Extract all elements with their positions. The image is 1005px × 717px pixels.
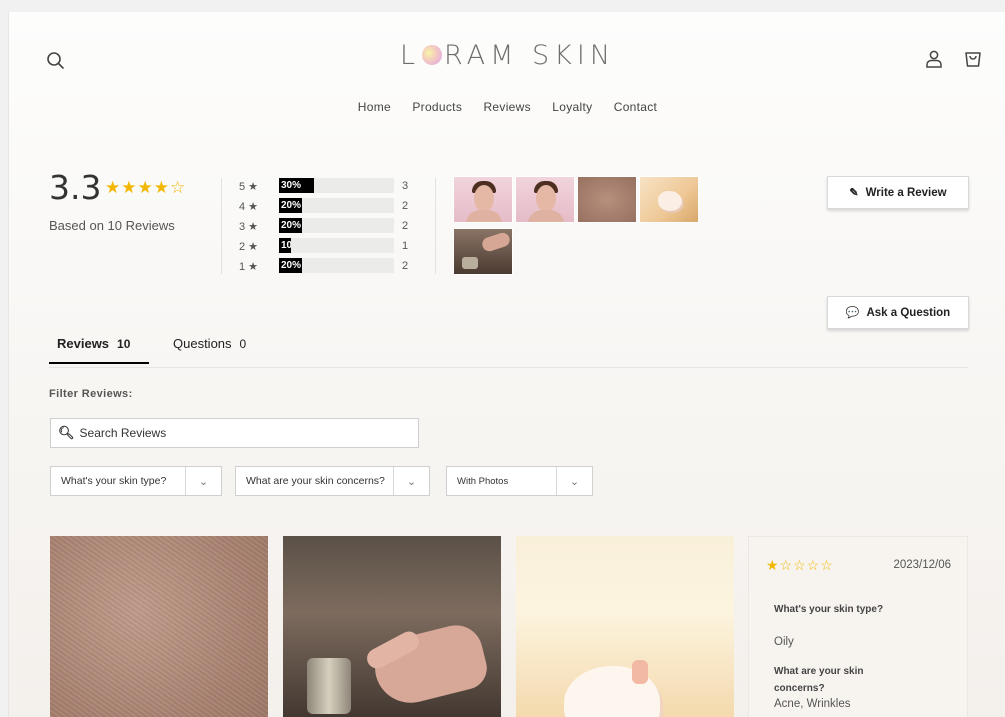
skin-concerns-answer: Acne, Wrinkles bbox=[774, 698, 851, 710]
nav-products[interactable]: Products bbox=[412, 100, 462, 114]
tab-label: Questions bbox=[173, 336, 232, 351]
rating-row-label: 3 ★ bbox=[239, 221, 259, 233]
main-nav: Home Products Reviews Loyalty Contact bbox=[9, 100, 1005, 114]
tab-label: Reviews bbox=[57, 336, 110, 351]
rating-row-4[interactable]: 4 ★ 20% 2 bbox=[239, 197, 419, 217]
search-reviews-input[interactable]: 🔍︎ Search Reviews bbox=[50, 418, 419, 448]
tab-questions[interactable]: Questions 0 bbox=[173, 336, 246, 351]
review-photo-thumb[interactable] bbox=[639, 176, 699, 223]
edit-icon: ✎ bbox=[849, 187, 859, 199]
photo-content bbox=[466, 210, 502, 222]
select-value: What are your skin concerns? bbox=[246, 475, 385, 487]
rating-row-label: 5 ★ bbox=[239, 181, 259, 193]
photo-content bbox=[632, 660, 648, 684]
filter-heading: Filter Reviews: bbox=[49, 388, 133, 400]
rating-row-2[interactable]: 2 ★ 10% 1 bbox=[239, 237, 419, 257]
review-count-text: Based on 10 Reviews bbox=[49, 218, 175, 233]
photo-content bbox=[536, 185, 556, 212]
select-value: What's your skin type? bbox=[61, 475, 167, 487]
chevron-down-icon: ⌄ bbox=[185, 467, 221, 495]
review-photo-thumb[interactable] bbox=[453, 228, 513, 275]
rating-bar-fill: 30% bbox=[279, 178, 314, 193]
brand-logo[interactable]: L RAM SKIN bbox=[9, 40, 1005, 71]
rating-row-label: 1 ★ bbox=[239, 261, 259, 273]
search-icon: 🔍︎ bbox=[58, 425, 75, 440]
rating-bar-track: 10% bbox=[279, 238, 394, 253]
photo-content bbox=[474, 185, 494, 212]
skin-type-question: What's your skin type? bbox=[774, 604, 884, 615]
rating-bar-fill: 20% bbox=[279, 258, 302, 273]
nav-home[interactable]: Home bbox=[358, 100, 391, 114]
tabs-divider bbox=[49, 367, 968, 368]
ask-question-button[interactable]: 💬 Ask a Question bbox=[827, 296, 969, 329]
rating-bar-track: 30% bbox=[279, 178, 394, 193]
rating-bar-track: 20% bbox=[279, 258, 394, 273]
photo-content bbox=[658, 191, 682, 211]
account-icon[interactable] bbox=[923, 48, 945, 70]
skin-concerns-select[interactable]: What are your skin concerns? ⌄ bbox=[235, 466, 430, 496]
photo-content bbox=[462, 257, 478, 269]
tab-count: 10 bbox=[117, 337, 131, 351]
store-page: L RAM SKIN Home Products Reviews Loyalty … bbox=[8, 12, 1005, 717]
review-stars: ★☆☆☆☆ bbox=[766, 557, 834, 573]
write-review-label: Write a Review bbox=[865, 186, 947, 199]
cart-icon[interactable] bbox=[962, 48, 984, 70]
rating-bar-fill: 10% bbox=[279, 238, 291, 253]
summary-divider bbox=[221, 178, 222, 274]
chevron-down-icon: ⌄ bbox=[393, 467, 429, 495]
chevron-down-icon: ⌄ bbox=[556, 467, 592, 495]
photo-content bbox=[528, 210, 564, 222]
skin-type-answer: Oily bbox=[774, 636, 794, 648]
rating-row-count: 3 bbox=[402, 180, 409, 192]
review-card[interactable]: ★☆☆☆☆ 2023/12/06 What's your skin type? … bbox=[748, 536, 968, 717]
photo-content bbox=[480, 231, 512, 253]
rating-bar-fill: 20% bbox=[279, 218, 302, 233]
rating-row-count: 2 bbox=[402, 260, 409, 272]
rating-row-5[interactable]: 5 ★ 30% 3 bbox=[239, 177, 419, 197]
rating-row-label: 4 ★ bbox=[239, 201, 259, 213]
ask-question-label: Ask a Question bbox=[866, 306, 951, 319]
rating-row-label: 2 ★ bbox=[239, 241, 259, 253]
nav-reviews[interactable]: Reviews bbox=[483, 100, 530, 114]
brand-letter-l: L bbox=[399, 40, 420, 71]
rating-row-1[interactable]: 1 ★ 20% 2 bbox=[239, 257, 419, 277]
nav-loyalty[interactable]: Loyalty bbox=[552, 100, 592, 114]
review-photo-thumb[interactable] bbox=[453, 176, 513, 223]
rating-bar-track: 20% bbox=[279, 218, 394, 233]
photo-content bbox=[368, 619, 492, 711]
rating-bar-track: 20% bbox=[279, 198, 394, 213]
nav-contact[interactable]: Contact bbox=[614, 100, 657, 114]
average-stars: ★★★★☆ bbox=[105, 178, 187, 197]
skin-concerns-question: What are your skin concerns? bbox=[774, 666, 864, 694]
brand-o-dot bbox=[422, 45, 442, 65]
review-photo-thumb[interactable] bbox=[515, 176, 575, 223]
rating-row-count: 2 bbox=[402, 200, 409, 212]
photo-content bbox=[307, 658, 351, 714]
summary-divider bbox=[435, 178, 436, 274]
tab-count: 0 bbox=[239, 337, 247, 351]
brand-name-rest: RAM SKIN bbox=[444, 40, 616, 71]
review-photo-card[interactable] bbox=[516, 536, 734, 717]
review-photo-thumb[interactable] bbox=[577, 176, 637, 223]
rating-row-count: 2 bbox=[402, 220, 409, 232]
write-review-button[interactable]: ✎ Write a Review bbox=[827, 176, 969, 209]
review-photo-card[interactable] bbox=[50, 536, 268, 717]
rating-row-count: 1 bbox=[402, 240, 409, 252]
average-rating: 3.3 bbox=[49, 168, 102, 207]
chat-icon: 💬 bbox=[845, 307, 860, 319]
with-photos-select[interactable]: With Photos ⌄ bbox=[446, 466, 593, 496]
tab-reviews[interactable]: Reviews 10 bbox=[57, 336, 130, 351]
rating-row-3[interactable]: 3 ★ 20% 2 bbox=[239, 217, 419, 237]
review-date: 2023/12/06 bbox=[893, 559, 951, 571]
skin-type-select[interactable]: What's your skin type? ⌄ bbox=[50, 466, 222, 496]
select-value: With Photos bbox=[457, 475, 509, 487]
search-placeholder: Search Reviews bbox=[79, 426, 167, 440]
rating-breakdown: 5 ★ 30% 3 4 ★ 20% 2 3 ★ 20% 2 2 ★ 10% 1 … bbox=[239, 177, 419, 277]
rating-bar-fill: 20% bbox=[279, 198, 302, 213]
active-tab-indicator bbox=[49, 362, 149, 364]
review-photo-card[interactable] bbox=[283, 536, 501, 717]
